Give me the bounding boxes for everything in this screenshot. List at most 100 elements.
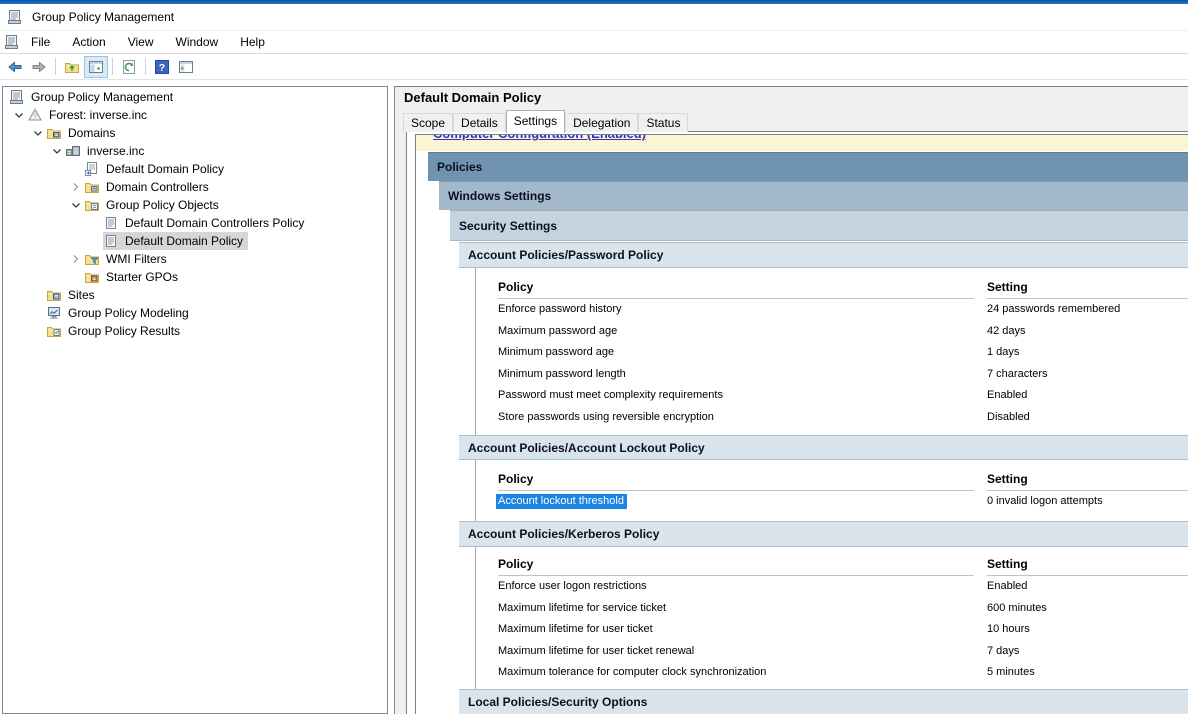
kerberos-policy-band[interactable]: Account Policies/Kerberos Policy — [459, 521, 1188, 547]
tree-item-label: inverse.inc — [85, 144, 146, 158]
menu-view[interactable]: View — [117, 32, 165, 52]
forward-button[interactable] — [27, 56, 51, 78]
policy-name-link[interactable]: Enforce user logon restrictions — [498, 580, 647, 592]
tree-item-sites[interactable]: Sites — [3, 286, 387, 304]
policy-name-link[interactable]: Maximum lifetime for user ticket — [498, 623, 653, 635]
chevron-right-icon[interactable] — [68, 179, 84, 195]
chevron-spacer — [68, 269, 84, 285]
tree-item-group-policy-objects[interactable]: Group Policy Objects — [3, 196, 387, 214]
policy-name-cell: Maximum password age — [498, 320, 974, 342]
policy-row: Maximum lifetime for service ticket600 m… — [475, 597, 1188, 619]
help-button[interactable]: ? — [150, 56, 174, 78]
tree-item-body: Default Domain Controllers Policy — [103, 214, 309, 232]
policy-name-link[interactable]: Password must meet complexity requiremen… — [498, 389, 723, 401]
menu-window[interactable]: Window — [165, 32, 230, 52]
chevron-down-icon[interactable] — [30, 125, 46, 141]
table-header-row: PolicySetting — [475, 554, 1188, 576]
computer-configuration-link[interactable]: Computer Configuration (Enabled) — [424, 135, 646, 141]
refresh-icon — [121, 59, 137, 75]
tree-item-body: Group Policy Results — [46, 322, 185, 340]
tree-item-body: Group Policy Management — [9, 88, 178, 106]
menu-file[interactable]: File — [20, 32, 61, 52]
tree-item-default-domain-controllers-policy[interactable]: Default Domain Controllers Policy — [3, 214, 387, 232]
tree-item-body: Group Policy Objects — [84, 196, 224, 214]
tab-delegation[interactable]: Delegation — [565, 113, 638, 132]
tree-item-label: Group Policy Modeling — [66, 306, 191, 320]
policy-name-link[interactable]: Maximum password age — [498, 325, 617, 337]
chevron-spacer — [87, 215, 103, 231]
tab-details[interactable]: Details — [453, 113, 506, 132]
chevron-right-icon[interactable] — [68, 251, 84, 267]
policy-row: Maximum password age42 days — [475, 320, 1188, 342]
forest-icon — [27, 107, 43, 123]
tab-settings[interactable]: Settings — [506, 110, 565, 133]
title-bar: Group Policy Management — [0, 4, 1188, 31]
policy-name-link[interactable]: Maximum tolerance for computer clock syn… — [498, 666, 766, 678]
policy-name-link[interactable]: Maximum lifetime for user ticket renewal — [498, 645, 694, 657]
password-policy-band[interactable]: Account Policies/Password Policy — [459, 242, 1188, 268]
new-window-button[interactable] — [174, 56, 198, 78]
tab-status[interactable]: Status — [638, 113, 688, 132]
gpo-title: Default Domain Policy — [404, 90, 541, 105]
tree-item-body: inverse.inc — [65, 142, 149, 160]
tree-item-default-domain-policy[interactable]: Default Domain Policy — [3, 160, 387, 178]
tree-item-group-policy-management[interactable]: Group Policy Management — [3, 88, 387, 106]
tree-item-group-policy-modeling[interactable]: Group Policy Modeling — [3, 304, 387, 322]
policy-name-cell: Minimum password length — [498, 363, 974, 385]
gpo-link-icon — [84, 161, 100, 177]
section-border-line — [475, 268, 476, 435]
dc-folder-icon — [84, 179, 100, 195]
policy-setting-cell: 24 passwords remembered — [987, 299, 1188, 321]
policy-name-link[interactable]: Minimum password length — [498, 368, 626, 380]
tree-item-group-policy-results[interactable]: Group Policy Results — [3, 322, 387, 340]
policy-name-cell: Enforce password history — [498, 299, 974, 321]
tree-item-inverse-inc[interactable]: inverse.inc — [3, 142, 387, 160]
policy-name-link[interactable]: Maximum lifetime for service ticket — [498, 602, 666, 614]
chevron-down-icon[interactable] — [49, 143, 65, 159]
policy-row: Password must meet complexity requiremen… — [475, 385, 1188, 407]
password-policy-table: PolicySettingEnforce password history24 … — [475, 277, 1188, 428]
window: { "window": { "title": "Group Policy Man… — [0, 0, 1188, 714]
security-options-band-label: Local Policies/Security Options — [459, 695, 647, 709]
menu-help[interactable]: Help — [229, 32, 276, 52]
show-console-tree-button[interactable] — [84, 56, 108, 78]
back-button[interactable] — [3, 56, 27, 78]
policies-band[interactable]: Policies — [428, 152, 1188, 181]
menu-action[interactable]: Action — [61, 32, 116, 52]
chevron-down-icon[interactable] — [11, 107, 27, 123]
sites-folder-icon — [46, 287, 62, 303]
menu-items: FileActionViewWindowHelp — [20, 32, 276, 52]
domain-icon — [65, 143, 81, 159]
policy-name-link[interactable]: Minimum password age — [498, 346, 614, 358]
tree-item-label: Default Domain Controllers Policy — [123, 216, 306, 230]
selected-policy-text[interactable]: Account lockout threshold — [496, 494, 627, 509]
tree-item-domain-controllers[interactable]: Domain Controllers — [3, 178, 387, 196]
policy-setting-cell: 7 characters — [987, 363, 1188, 385]
tree-item-body: Default Domain Policy — [84, 160, 229, 178]
policy-name-cell: Store passwords using reversible encrypt… — [498, 406, 974, 428]
tree-item-wmi-filters[interactable]: WMI Filters — [3, 250, 387, 268]
tree-item-starter-gpos[interactable]: Starter GPOs — [3, 268, 387, 286]
security-options-band[interactable]: Local Policies/Security Options — [459, 689, 1188, 714]
computer-configuration-header[interactable]: Computer Configuration (Enabled) — [416, 135, 1188, 151]
policy-row: Minimum password length 7 characters — [475, 363, 1188, 385]
tree-item-label: Domain Controllers — [104, 180, 211, 194]
policy-row: Enforce user logon restrictionsEnabled — [475, 576, 1188, 598]
windows-settings-band[interactable]: Windows Settings — [439, 181, 1188, 210]
policy-name-link[interactable]: Enforce password history — [498, 303, 622, 315]
security-settings-band[interactable]: Security Settings — [450, 210, 1188, 241]
tree-item-default-domain-policy[interactable]: Default Domain Policy — [3, 232, 387, 250]
chevron-down-icon[interactable] — [68, 197, 84, 213]
tree-item-body: Domains — [46, 124, 120, 142]
tree-item-forest-inverse-inc[interactable]: Forest: inverse.inc — [3, 106, 387, 124]
account-lockout-policy-band[interactable]: Account Policies/Account Lockout Policy — [459, 435, 1188, 460]
window-title: Group Policy Management — [32, 10, 174, 24]
tab-scope[interactable]: Scope — [403, 113, 453, 132]
policy-name-link[interactable]: Store passwords using reversible encrypt… — [498, 411, 714, 423]
tree-item-domains[interactable]: Domains — [3, 124, 387, 142]
up-one-level-button[interactable] — [60, 56, 84, 78]
selected-tree-item: Default Domain Policy — [103, 232, 248, 250]
section-border-line — [475, 547, 476, 689]
refresh-button[interactable] — [117, 56, 141, 78]
tree-item-label: Default Domain Policy — [123, 234, 245, 248]
